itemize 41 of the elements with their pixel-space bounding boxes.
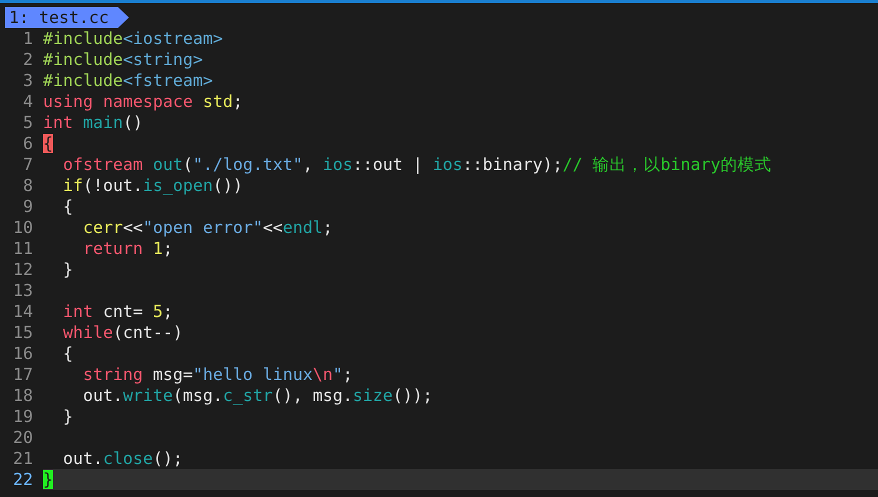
code-line: } bbox=[62, 259, 74, 280]
line-number: 18 bbox=[12, 385, 34, 406]
line-number: 16 bbox=[12, 343, 34, 364]
line-number: 7 bbox=[22, 154, 34, 175]
code-line: { bbox=[62, 343, 74, 364]
code-line: int cnt= 5; bbox=[62, 301, 174, 322]
file-tab[interactable]: 1: test.cc bbox=[5, 7, 129, 28]
code-line: #include<string> bbox=[43, 49, 204, 70]
line-number: 19 bbox=[12, 406, 34, 427]
line-number: 8 bbox=[22, 175, 34, 196]
line-number: 22 bbox=[12, 469, 34, 490]
line-number: 10 bbox=[12, 217, 34, 238]
code-line: cerr<<"open error"<<endl; bbox=[82, 217, 334, 238]
line-number: 1 bbox=[22, 28, 34, 49]
line-number: 14 bbox=[12, 301, 34, 322]
code-line: out.write(msg.c_str(), msg.size()); bbox=[82, 385, 434, 406]
line-number: 5 bbox=[22, 112, 34, 133]
line-number: 6 bbox=[22, 133, 34, 154]
line-number: 20 bbox=[12, 427, 34, 448]
code-line: out.close(); bbox=[62, 448, 184, 469]
line-number: 15 bbox=[12, 322, 34, 343]
line-number: 2 bbox=[22, 49, 34, 70]
code-line: while(cnt--) bbox=[62, 322, 184, 343]
code-line: int main() bbox=[43, 112, 144, 133]
line-number: 17 bbox=[12, 364, 34, 385]
code-line: return 1; bbox=[82, 238, 174, 259]
code-line: using namespace std; bbox=[43, 91, 244, 112]
code-line: string msg="hello linux\n"; bbox=[82, 364, 354, 385]
line-number: 4 bbox=[22, 91, 34, 112]
code-line: #include<fstream> bbox=[43, 70, 214, 91]
code-line: { bbox=[62, 196, 74, 217]
line-number: 21 bbox=[12, 448, 34, 469]
code-line: ofstream out("./log.txt", ios::out | ios::binary);// 输出，以binary的模式 bbox=[62, 154, 772, 175]
line-number: 11 bbox=[12, 238, 34, 259]
line-number: 13 bbox=[12, 280, 34, 301]
code-line: } bbox=[62, 406, 74, 427]
line-number: 3 bbox=[22, 70, 34, 91]
code-line: if(!out.is_open()) bbox=[62, 175, 244, 196]
line-number: 12 bbox=[12, 259, 34, 280]
code-line: #include<iostream> bbox=[43, 28, 224, 49]
line-number: 9 bbox=[22, 196, 34, 217]
